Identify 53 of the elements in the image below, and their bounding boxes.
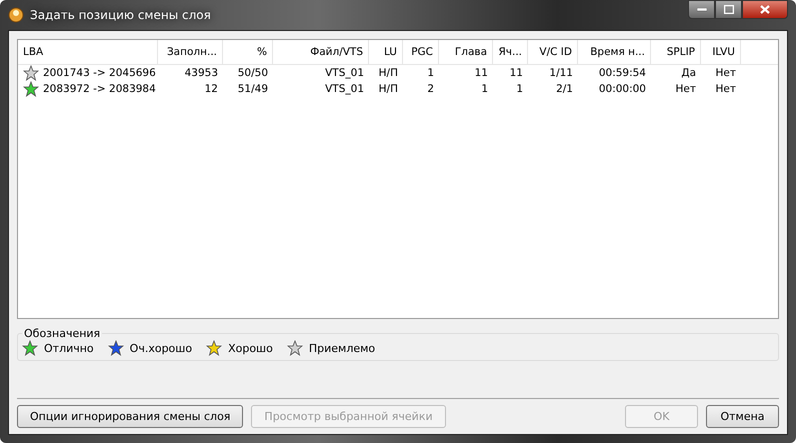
maximize-button[interactable]: [715, 0, 742, 19]
table-row[interactable]: 2001743 -> 2045696 43953 50/50 VTS_01 Н/П 1 11 11 1/11 00:59:54 Да Нет: [18, 65, 778, 81]
column-header[interactable]: ILVU: [701, 40, 741, 64]
table-cell: 12: [204, 83, 218, 95]
table-cell: 43953: [184, 67, 218, 79]
column-header[interactable]: LU: [369, 40, 403, 64]
table-cell: 11: [474, 67, 488, 79]
legend-label: Приемлемо: [308, 342, 376, 354]
column-header[interactable]: Заполн...: [158, 40, 223, 64]
column-header[interactable]: %: [223, 40, 273, 64]
table-cell: 50/50: [238, 67, 268, 79]
table-cell: 2001743 -> 2045696: [43, 67, 156, 79]
table-cell: 11: [510, 67, 523, 79]
close-icon: [760, 5, 770, 14]
close-button[interactable]: [742, 0, 788, 19]
table-cell: Нет: [716, 67, 736, 79]
table-cell: 00:00:00: [598, 83, 646, 95]
table-cell: 1/11: [549, 67, 573, 79]
table-cell: 51/49: [238, 83, 268, 95]
legend-label: Оч.хорошо: [130, 342, 192, 354]
minimize-icon: [696, 8, 706, 12]
column-header[interactable]: Время н...: [578, 40, 651, 64]
table-cell: Н/П: [378, 83, 398, 95]
action-button[interactable]: Опции игнорирования смены слоя: [17, 405, 244, 428]
minimize-button[interactable]: [688, 0, 715, 19]
window-title: Задать позицию смены слоя: [30, 8, 211, 22]
legend-label: Хорошо: [228, 342, 273, 354]
legend-label: Отлично: [44, 342, 94, 354]
maximize-icon: [724, 5, 734, 14]
table-cell: Н/П: [378, 67, 398, 79]
table-cell: Нет: [676, 83, 696, 95]
column-header[interactable]: LBA: [18, 40, 158, 64]
table-cell: VTS_01: [325, 67, 364, 79]
column-header[interactable]: SPLIP: [651, 40, 701, 64]
table-cell: 2083972 -> 2083984: [43, 83, 156, 95]
table-cell: 00:59:54: [598, 67, 646, 79]
legend-title: Обозначения: [23, 327, 102, 340]
table-cell: 2/1: [556, 83, 573, 95]
table-row[interactable]: 2083972 -> 2083984 12 51/49 VTS_01 Н/П 2 1 1 2/1 00:00:00 Нет Нет: [18, 81, 778, 97]
column-header[interactable]: Файл/VTS: [273, 40, 369, 64]
column-header[interactable]: Яч...: [493, 40, 528, 64]
column-header[interactable]: PGC: [403, 40, 439, 64]
table-cell: 2: [427, 83, 434, 95]
table-cell: 1: [516, 83, 523, 95]
table-cell: VTS_01: [325, 83, 364, 95]
app-icon: [8, 7, 24, 23]
cancel-button[interactable]: Отмена: [706, 405, 779, 428]
table-cell: Нет: [716, 83, 736, 95]
table-cell: 1: [481, 83, 488, 95]
table-cell: Да: [681, 67, 696, 79]
column-header[interactable]: V/C ID: [528, 40, 578, 64]
table-cell: 1: [427, 67, 434, 79]
column-header[interactable]: Глава: [439, 40, 493, 64]
